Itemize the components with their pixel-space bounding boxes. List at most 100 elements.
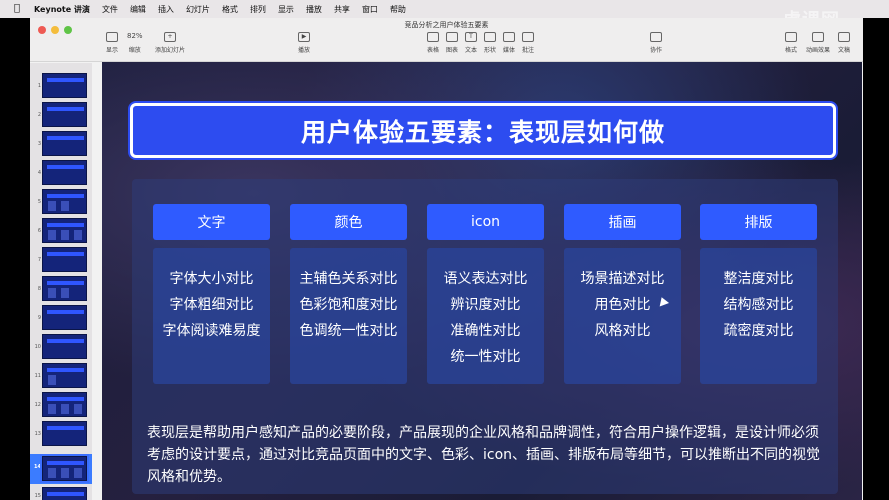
add-slide-label: 添加幻灯片 [155, 47, 186, 54]
menu-app[interactable]: Keynote 讲演 [34, 4, 90, 15]
collaborate-button[interactable]: 协作 [650, 32, 662, 54]
keynote-window: 竞品分析之用户体验五要素 显示 82% 缩放 + 添加幻灯片 ▶ 播放 表格 图… [30, 18, 863, 500]
slide-thumbnail-3[interactable] [42, 131, 87, 156]
collaborate-icon [650, 32, 662, 42]
animate-icon [812, 32, 824, 42]
column-body-icon[interactable]: 语义表达对比 辨识度对比 准确性对比 统一性对比 [427, 248, 544, 384]
slide-thumbnail-8[interactable] [42, 276, 87, 301]
column-head-icon[interactable]: icon [427, 204, 544, 240]
slide-number: 3 [37, 141, 41, 147]
menu-play[interactable]: 播放 [306, 4, 322, 15]
slide-thumbnail-7[interactable] [42, 247, 87, 272]
sidebar-icon [106, 32, 118, 42]
column-body-text[interactable]: 字体大小对比 字体粗细对比 字体阅读难易度 [153, 248, 270, 384]
text-icon: T [465, 32, 477, 42]
list-item: 疏密度对比 [723, 323, 794, 339]
comment-label: 批注 [522, 47, 535, 54]
slide-thumbnail-14[interactable] [40, 454, 89, 483]
list-item: 色调统一性对比 [299, 323, 398, 339]
column-head-layout[interactable]: 排版 [700, 204, 817, 240]
slide-title: 用户体验五要素：表现层如何做 [300, 117, 665, 147]
slide-thumbnail-11[interactable] [42, 363, 87, 388]
slide-thumbnail-10[interactable] [42, 334, 87, 359]
format-button[interactable]: 格式 [785, 32, 797, 54]
view-button[interactable]: 显示 [106, 32, 118, 54]
format-icon [785, 32, 797, 42]
slide-number: 7 [37, 257, 41, 263]
animate-label: 动画效果 [806, 47, 831, 54]
slide-thumbnail-4[interactable] [42, 160, 87, 185]
animate-button[interactable]: 动画效果 [806, 32, 830, 54]
slide-thumbnail-5[interactable] [42, 189, 87, 214]
chart-button[interactable]: 图表 [446, 32, 458, 54]
text-label: 文本 [465, 47, 478, 54]
slide-number: 2 [37, 112, 41, 118]
slide-number: 4 [37, 170, 41, 176]
menu-format[interactable]: 格式 [222, 4, 238, 15]
play-label: 播放 [298, 47, 311, 54]
menu-edit[interactable]: 编辑 [130, 4, 146, 15]
column-body-illustration[interactable]: 场景描述对比 用色对比 风格对比 [564, 248, 681, 384]
menu-window[interactable]: 窗口 [362, 4, 378, 15]
play-button[interactable]: ▶ 播放 [298, 32, 310, 54]
slide-canvas[interactable]: 用户体验五要素：表现层如何做 文字 字体大小对比 字体粗细对比 字体阅读难易度 … [102, 62, 862, 500]
play-icon: ▶ [298, 32, 310, 42]
screen:  Keynote 讲演 文件 编辑 插入 幻灯片 格式 排列 显示 播放 共享… [0, 0, 889, 500]
menu-arrange[interactable]: 排列 [250, 4, 266, 15]
slide-navigator: 1 2 3 4 5 6 7 8 9 10 11 12 13 14 15 [30, 63, 92, 500]
chart-label: 图表 [446, 47, 459, 54]
list-item: 字体大小对比 [169, 271, 254, 287]
slide-thumbnail-12[interactable] [42, 392, 87, 417]
slide-thumbnail-15[interactable] [42, 487, 87, 500]
document-button[interactable]: 文稿 [838, 32, 850, 54]
menu-slide[interactable]: 幻灯片 [186, 4, 210, 15]
list-item: 准确性对比 [450, 323, 521, 339]
slide-thumbnail-1[interactable] [42, 73, 87, 98]
view-label: 显示 [106, 47, 119, 54]
column-body-color[interactable]: 主辅色关系对比 色彩饱和度对比 色调统一性对比 [290, 248, 407, 384]
slide-number: 6 [37, 228, 41, 234]
slide-thumbnail-13[interactable] [42, 421, 87, 446]
menu-bar:  Keynote 讲演 文件 编辑 插入 幻灯片 格式 排列 显示 播放 共享… [0, 0, 889, 18]
list-item: 结构感对比 [723, 297, 794, 313]
text-button[interactable]: T 文本 [465, 32, 477, 54]
document-icon [838, 32, 850, 42]
list-item: 字体粗细对比 [169, 297, 254, 313]
shape-icon [484, 32, 496, 42]
column-body-layout[interactable]: 整洁度对比 结构感对比 疏密度对比 [700, 248, 817, 384]
slide-number: 8 [37, 286, 41, 292]
table-button[interactable]: 表格 [427, 32, 439, 54]
list-item: 辨识度对比 [450, 297, 521, 313]
right-edge [864, 18, 889, 500]
comment-button[interactable]: 批注 [522, 32, 534, 54]
zoom-label: 缩放 [128, 47, 141, 54]
list-item: 色彩饱和度对比 [299, 297, 398, 313]
media-button[interactable]: 媒体 [503, 32, 515, 54]
apple-icon[interactable]:  [14, 3, 20, 14]
slide-thumbnail-9[interactable] [42, 305, 87, 330]
column-head-color[interactable]: 颜色 [290, 204, 407, 240]
add-slide-button[interactable]: + 添加幻灯片 [155, 32, 185, 54]
list-item: 主辅色关系对比 [299, 271, 398, 287]
menu-help[interactable]: 帮助 [390, 4, 406, 15]
slide-number: 1 [37, 83, 41, 89]
list-item: 风格对比 [594, 323, 651, 339]
zoom-button[interactable]: 82% 缩放 [127, 32, 143, 54]
menu-insert[interactable]: 插入 [158, 4, 174, 15]
document-label: 文稿 [838, 47, 851, 54]
column-head-text[interactable]: 文字 [153, 204, 270, 240]
format-label: 格式 [785, 47, 798, 54]
slide-number: 9 [37, 315, 41, 321]
slide-title-box[interactable]: 用户体验五要素：表现层如何做 [130, 103, 836, 158]
menu-view[interactable]: 显示 [278, 4, 294, 15]
menu-file[interactable]: 文件 [102, 4, 118, 15]
column-head-illustration[interactable]: 插画 [564, 204, 681, 240]
slide-thumbnail-2[interactable] [42, 102, 87, 127]
table-icon [427, 32, 439, 42]
media-icon [503, 32, 515, 42]
shape-button[interactable]: 形状 [484, 32, 496, 54]
slide-thumbnail-6[interactable] [42, 218, 87, 243]
menu-share[interactable]: 共享 [334, 4, 350, 15]
slide-description[interactable]: 表现层是帮助用户感知产品的必要阶段，产品展现的企业风格和品牌调性，符合用户操作逻… [147, 422, 827, 488]
slide-number: 5 [37, 199, 41, 205]
